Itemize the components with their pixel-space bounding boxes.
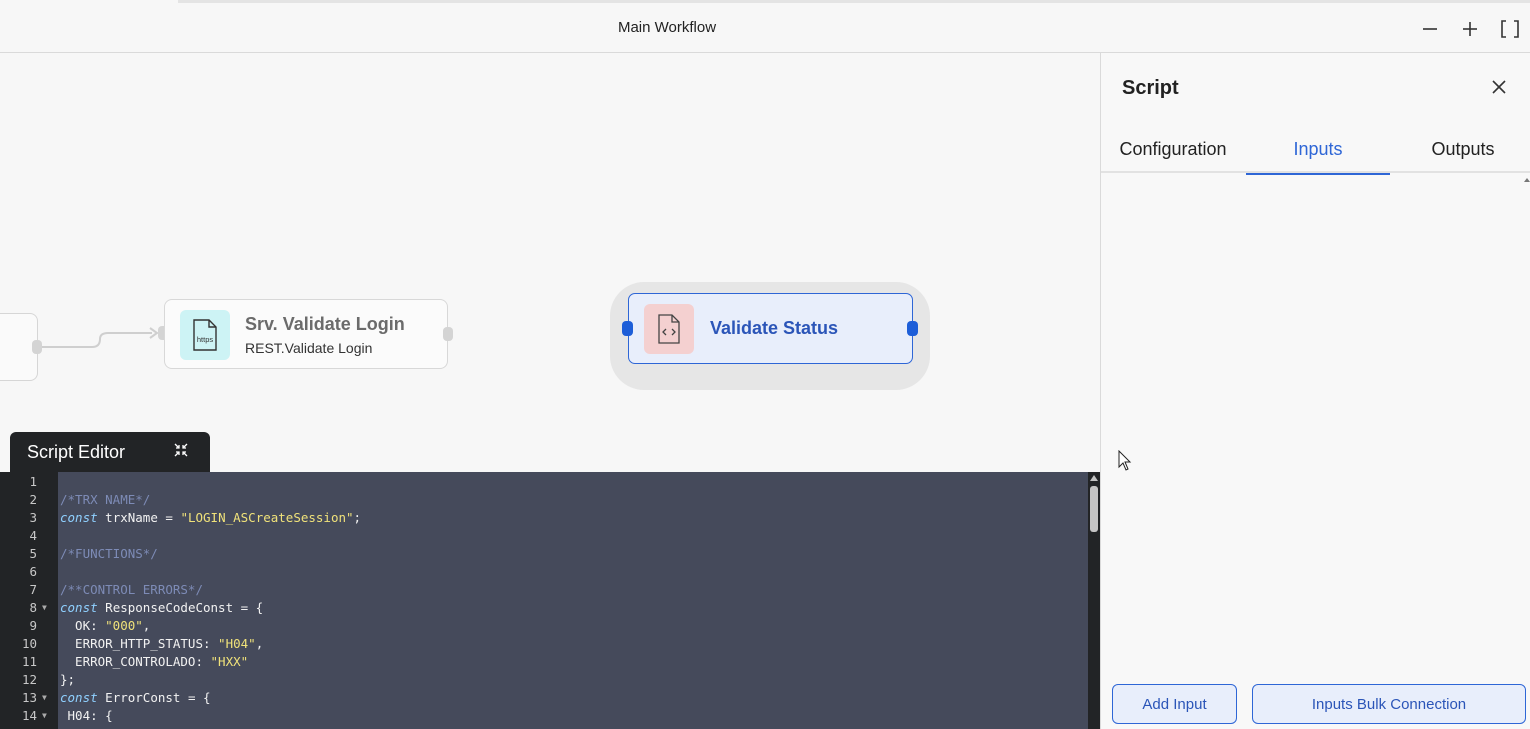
- zoom-in-button[interactable]: [1456, 15, 1484, 43]
- line-number: 1: [29, 474, 37, 489]
- node-title: Srv. Validate Login: [245, 314, 405, 334]
- line-number: 14: [21, 708, 37, 723]
- close-icon: [1492, 80, 1506, 94]
- code-text: /*FUNCTIONS*/: [60, 546, 158, 561]
- line-number: 6: [29, 564, 37, 579]
- code-text: /**CONTROL ERRORS*/: [60, 582, 203, 597]
- node-input-port[interactable]: [622, 321, 633, 336]
- panel-tabs: Configuration Inputs Outputs: [1101, 133, 1530, 175]
- workflow-canvas[interactable]: https Srv. Validate Login REST.Validate …: [0, 53, 1100, 729]
- code-line[interactable]: 6: [0, 563, 1100, 581]
- fold-arrow-icon[interactable]: ▼: [42, 599, 47, 617]
- https-icon-label: https: [197, 335, 214, 344]
- tab-configuration[interactable]: Configuration: [1101, 139, 1245, 173]
- script-editor-title: Script Editor: [27, 442, 126, 462]
- code-line[interactable]: 4: [0, 527, 1100, 545]
- code-line[interactable]: 5 /*FUNCTIONS*/: [0, 545, 1100, 563]
- code-line[interactable]: 9 OK: "000",: [0, 617, 1100, 635]
- collapse-icon[interactable]: [174, 443, 190, 459]
- line-number: 10: [21, 636, 37, 651]
- code-text: H04: {: [60, 708, 113, 723]
- node-title: Validate Status: [710, 318, 839, 338]
- mouse-cursor-icon: [1118, 450, 1132, 471]
- code-line[interactable]: 8 ▼ const ResponseCodeConst = {: [0, 599, 1100, 617]
- code-text: ERROR_HTTP_STATUS: "H04",: [60, 636, 264, 651]
- line-number: 3: [29, 510, 37, 525]
- code-text: ERROR_CONTROLADO: "HXX": [60, 654, 249, 669]
- code-line[interactable]: 14 ▼ H04: {: [0, 707, 1100, 725]
- fold-arrow-icon[interactable]: ▼: [42, 707, 47, 725]
- code-text: const ErrorConst = {: [60, 690, 211, 705]
- code-text: const trxName = "LOGIN_ASCreateSession";: [60, 510, 362, 525]
- panel-title: Script: [1122, 77, 1179, 99]
- inputs-bulk-connection-button[interactable]: Inputs Bulk Connection: [1252, 684, 1526, 724]
- line-number: 5: [29, 546, 37, 561]
- scrollbar-thumb[interactable]: [1090, 486, 1098, 532]
- line-number: 11: [21, 654, 37, 669]
- connector-line: [42, 327, 159, 348]
- add-input-button[interactable]: Add Input: [1112, 684, 1237, 724]
- code-line[interactable]: 13 ▼ const ErrorConst = {: [0, 689, 1100, 707]
- line-number: 4: [29, 528, 37, 543]
- node-output-port[interactable]: [907, 321, 918, 336]
- editor-scrollbar[interactable]: [1088, 472, 1100, 729]
- script-editor[interactable]: 1 2/*TRX NAME*/3 const trxName = "LOGIN_AS…: [0, 472, 1100, 729]
- code-line[interactable]: 1: [0, 473, 1100, 491]
- plus-icon: [1463, 22, 1477, 36]
- code-line[interactable]: 7 /**CONTROL ERRORS*/: [0, 581, 1100, 599]
- line-number: 2: [29, 492, 37, 507]
- https-file-icon: https: [180, 310, 230, 360]
- code-line[interactable]: 2 /*TRX NAME*/: [0, 491, 1100, 509]
- code-text: /*TRX NAME*/: [60, 492, 151, 507]
- code-line[interactable]: 11 ERROR_CONTROLADO: "HXX": [0, 653, 1100, 671]
- minus-icon: [1423, 28, 1437, 30]
- close-button[interactable]: [1491, 79, 1509, 97]
- node-output-port[interactable]: [443, 327, 453, 341]
- code-text: };: [60, 672, 76, 687]
- node-subtitle: REST.Validate Login: [245, 340, 373, 356]
- fit-screen-icon: [1501, 20, 1519, 38]
- script-editor-tab[interactable]: Script Editor: [10, 432, 210, 472]
- fold-arrow-icon[interactable]: ▼: [42, 689, 47, 707]
- tab-outputs[interactable]: Outputs: [1391, 139, 1530, 173]
- minimize-button[interactable]: [1416, 15, 1444, 43]
- code-line[interactable]: 3 const trxName = "LOGIN_ASCreateSession"…: [0, 509, 1100, 527]
- tab-inputs[interactable]: Inputs: [1246, 139, 1390, 175]
- line-number: 9: [29, 618, 37, 633]
- code-text: const ResponseCodeConst = {: [60, 600, 264, 615]
- code-text: OK: "000",: [60, 618, 151, 633]
- properties-panel: Script Configuration Inputs Outputs Add …: [1100, 53, 1530, 729]
- scroll-up-icon[interactable]: [1090, 475, 1098, 481]
- line-number: 8: [29, 600, 37, 615]
- title-bar: Main Workflow: [0, 3, 1530, 53]
- fit-screen-button[interactable]: [1496, 15, 1524, 43]
- line-number: 7: [29, 582, 37, 597]
- code-file-icon: [644, 304, 694, 354]
- line-number: 12: [21, 672, 37, 687]
- panel-scroll-up-icon[interactable]: [1524, 178, 1530, 182]
- line-number: 13: [21, 690, 37, 705]
- code-line[interactable]: 10 ERROR_HTTP_STATUS: "H04",: [0, 635, 1100, 653]
- code-line[interactable]: 12};: [0, 671, 1100, 689]
- window-title: Main Workflow: [617, 19, 717, 36]
- node-validate-status[interactable]: Validate Status: [628, 293, 913, 364]
- node-srv-validate-login[interactable]: https Srv. Validate Login REST.Validate …: [164, 299, 448, 369]
